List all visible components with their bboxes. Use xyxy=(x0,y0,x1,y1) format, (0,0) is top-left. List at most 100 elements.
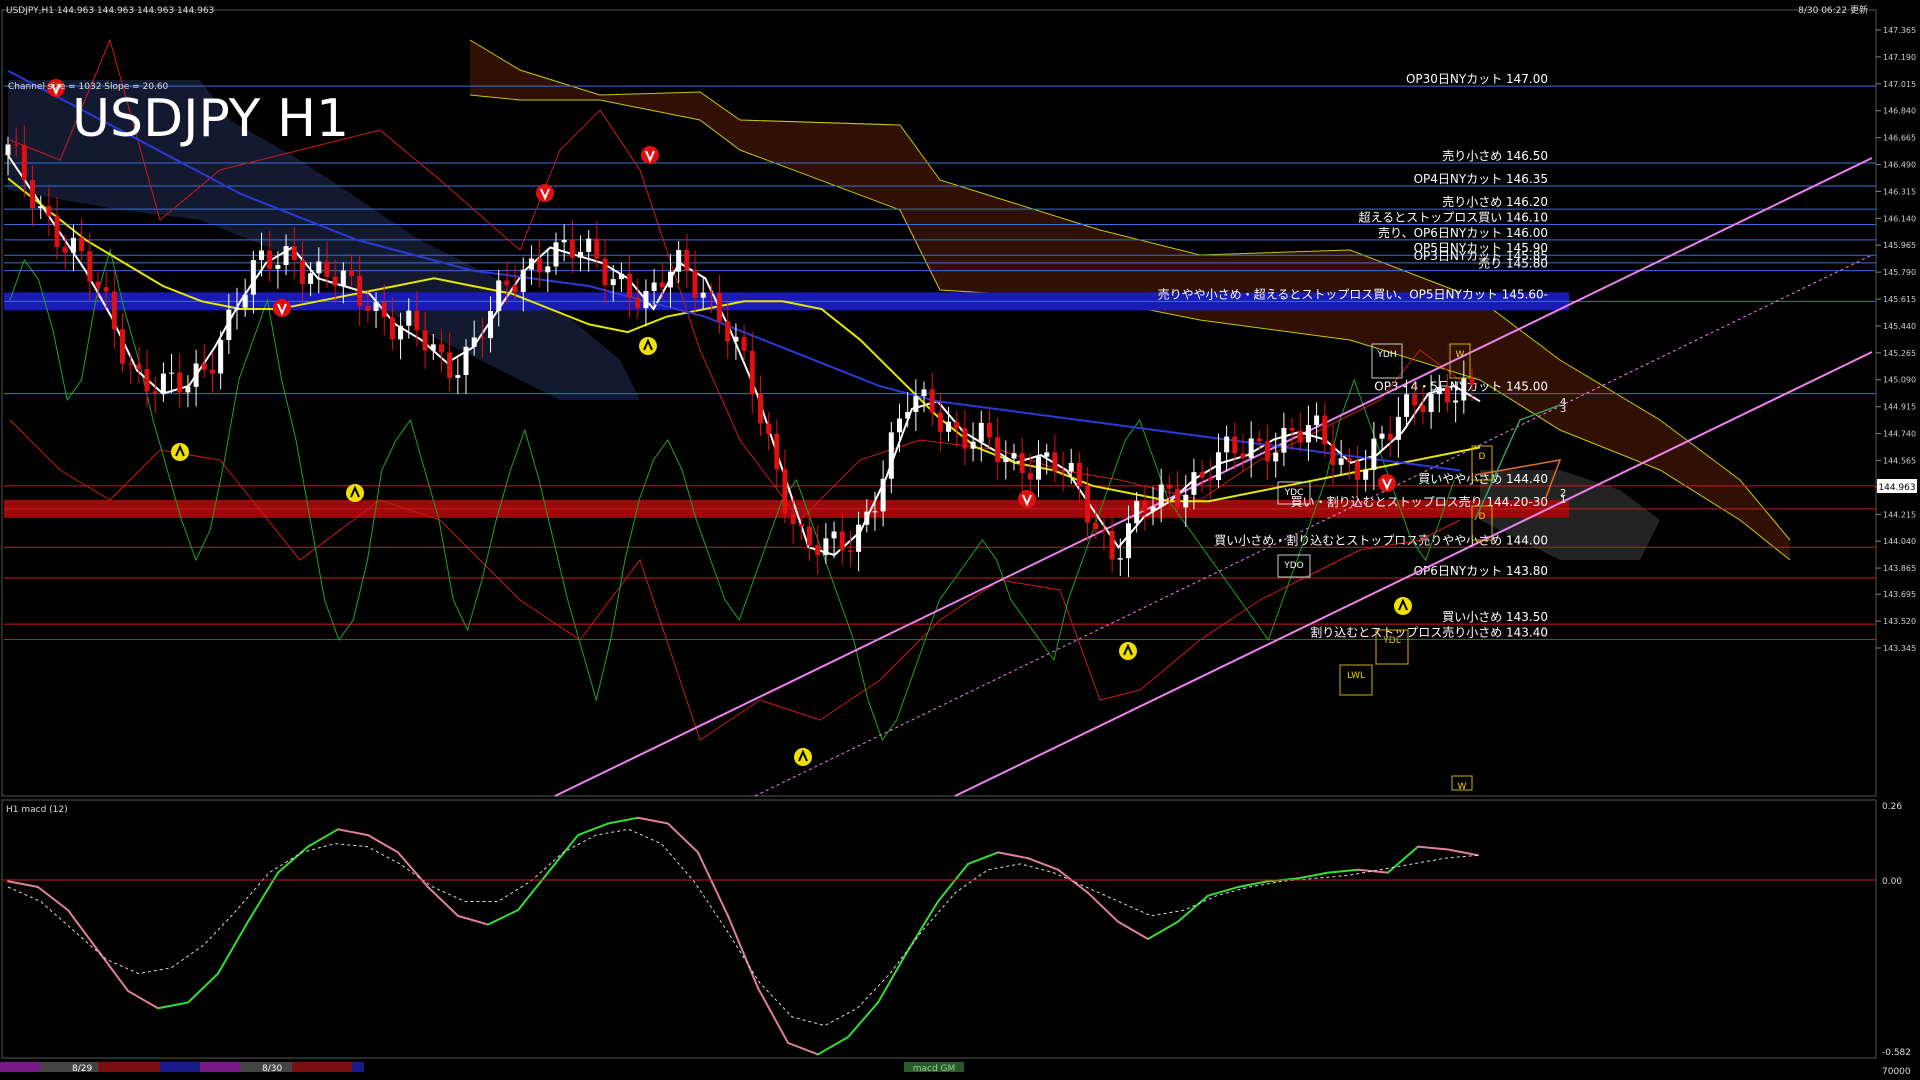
candle-body xyxy=(422,330,428,351)
candle-body xyxy=(815,545,821,556)
candle-body xyxy=(913,396,919,412)
candle-body xyxy=(774,433,780,470)
price-scale-label: 146.315 xyxy=(1883,187,1916,196)
candle-body xyxy=(553,242,559,267)
ref-box-label: LWL xyxy=(1347,671,1365,681)
candle-body xyxy=(504,280,510,286)
price-scale-label: 147.365 xyxy=(1883,26,1916,35)
candle-body xyxy=(1085,486,1091,523)
candle-body xyxy=(1142,500,1148,512)
price-scale-label: 144.740 xyxy=(1883,430,1916,439)
candle-body xyxy=(332,276,338,286)
candle-body xyxy=(46,206,52,217)
date-label-830: 8/30 xyxy=(262,1064,282,1074)
candle-body xyxy=(954,421,960,429)
session-bar xyxy=(160,1062,200,1072)
candle-body xyxy=(1395,416,1401,440)
price-scale-label: 146.490 xyxy=(1883,161,1916,170)
candle-body xyxy=(62,247,68,253)
macd-scale-bottom: -0.582 xyxy=(1882,1048,1911,1058)
candle-body xyxy=(430,344,436,351)
candle-body xyxy=(708,292,714,294)
candle-body xyxy=(1150,506,1156,512)
candle-body xyxy=(201,363,207,370)
candle-body xyxy=(373,302,379,311)
candle-body xyxy=(610,279,616,286)
ref-box-label: YDO xyxy=(1283,561,1304,571)
candle-body xyxy=(798,524,804,527)
candle-body xyxy=(888,432,894,479)
level-label: 売り 145.80 xyxy=(1478,256,1548,271)
candle-body xyxy=(1363,469,1369,480)
level-label: 買い小さめ・割り込むとストップロス売りやや小さめ 144.00 xyxy=(1214,532,1548,547)
level-label: 売り、OP6日NYカット 146.00 xyxy=(1378,225,1548,240)
candle-body xyxy=(259,250,265,261)
candle-body xyxy=(618,273,624,280)
update-time: 8/30 06:22 更新 xyxy=(1798,4,1868,16)
wave-label: 1 xyxy=(1560,495,1566,506)
candle-body xyxy=(496,280,502,312)
candle-body xyxy=(128,363,134,365)
candle-body xyxy=(921,389,927,397)
candle-body xyxy=(365,305,371,311)
candle-body xyxy=(602,258,608,286)
candle-body xyxy=(725,321,731,342)
candle-body xyxy=(381,302,387,318)
candle-body xyxy=(357,275,363,306)
ref-box-label: YDL xyxy=(1382,636,1400,646)
candle-body xyxy=(978,422,984,442)
trading-chart: OP30日NYカット 147.00 売り小さめ 146.50 OP4日NYカット 1… xyxy=(0,0,1920,1080)
candle-body xyxy=(700,292,706,298)
candle-body xyxy=(1068,462,1074,472)
candle-body xyxy=(905,411,911,419)
candle-body xyxy=(283,246,289,265)
candle-body xyxy=(70,237,76,253)
candle-body xyxy=(1019,453,1025,474)
price-scale-label: 143.345 xyxy=(1883,644,1916,653)
candle-body xyxy=(717,292,723,322)
candle-body xyxy=(831,531,837,539)
symbol-info: USDJPY,H1 144.963 144.963 144.963 144.96… xyxy=(6,6,214,16)
level-label: 売り小さめ 146.50 xyxy=(1442,148,1548,163)
chart-big-title: USDJPY H1 xyxy=(72,89,349,149)
price-scale-label: 145.615 xyxy=(1883,295,1916,304)
candle-body xyxy=(1240,453,1246,458)
candle-body xyxy=(1265,441,1271,462)
candle-body xyxy=(1387,433,1393,440)
candle-body xyxy=(659,282,665,288)
candle-body xyxy=(250,260,256,295)
candle-body xyxy=(676,249,682,272)
level-label: 超えるとストップロス買い 146.10 xyxy=(1359,209,1548,224)
candle-body xyxy=(406,310,412,326)
candle-body xyxy=(1117,558,1123,560)
ref-box-label: W xyxy=(1458,782,1467,792)
candle-body xyxy=(569,239,575,258)
macd-scale-zero: 0.00 xyxy=(1882,877,1902,887)
candle-body xyxy=(1093,522,1099,530)
candle-body xyxy=(1027,473,1033,480)
candle-body xyxy=(160,373,166,394)
level-label: 買い小さめ 143.50 xyxy=(1442,610,1548,624)
candle-body xyxy=(479,337,485,339)
price-scale-label: 147.015 xyxy=(1883,80,1916,89)
candle-body xyxy=(962,428,968,449)
candle-body xyxy=(896,418,902,433)
candle-body xyxy=(13,144,19,146)
candle-body xyxy=(864,511,870,525)
candle-body xyxy=(5,144,11,156)
candle-body xyxy=(87,251,93,282)
candle-body xyxy=(398,325,404,340)
candle-body xyxy=(1109,530,1115,560)
candle-body xyxy=(193,363,199,387)
candle-body xyxy=(1346,458,1352,462)
candle-body xyxy=(1469,378,1475,386)
candle-body xyxy=(1330,444,1336,465)
candle-body xyxy=(1453,400,1459,403)
candle-body xyxy=(970,441,976,449)
candle-body xyxy=(120,329,126,364)
volume-scale: 70000 xyxy=(1882,1067,1911,1077)
candle-body xyxy=(733,336,739,342)
price-scale-label: 143.865 xyxy=(1883,564,1916,573)
candle-body xyxy=(1207,477,1213,481)
candle-body xyxy=(790,513,796,525)
